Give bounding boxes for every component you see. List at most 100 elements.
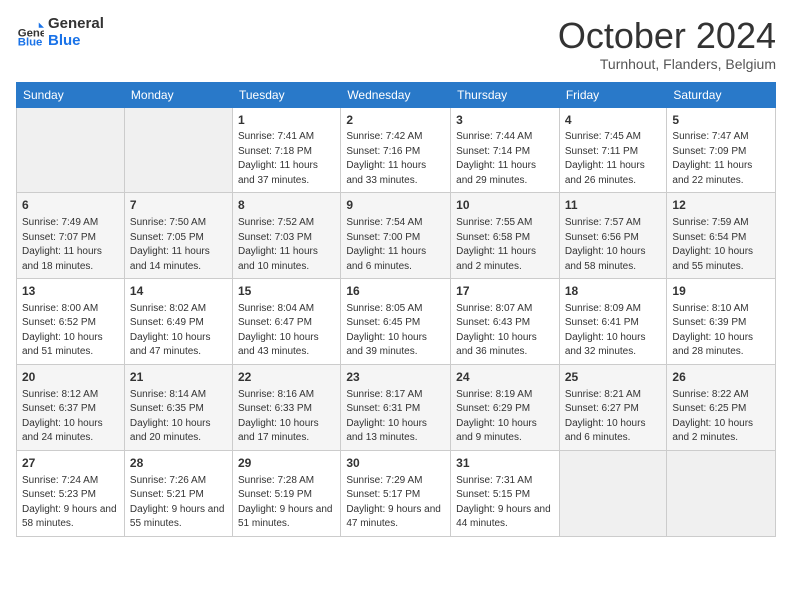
location: Turnhout, Flanders, Belgium [558,56,776,72]
calendar-cell: 21 Sunrise: 8:14 AMSunset: 6:35 PMDayligh… [124,364,232,450]
month-title: October 2024 [558,16,776,56]
day-number: 2 [346,112,445,129]
cell-content: Sunrise: 8:14 AMSunset: 6:35 PMDaylight:… [130,388,227,446]
cell-content: Sunrise: 8:09 AMSunset: 6:41 PMDaylight:… [565,302,662,360]
day-header-wednesday: Wednesday [341,82,451,107]
day-number: 21 [130,369,227,386]
calendar-cell: 26 Sunrise: 8:22 AMSunset: 6:25 PMDayligh… [667,364,776,450]
calendar-cell: 4Sunrise: 7:45 AMSunset: 7:11 PMDaylight… [559,107,667,193]
day-number: 12 [672,197,770,214]
title-area: October 2024 Turnhout, Flanders, Belgium [558,16,776,72]
cell-content: Sunrise: 7:26 AMSunset: 5:21 PMDaylight:… [130,474,227,532]
day-number: 6 [22,197,119,214]
day-number: 19 [672,283,770,300]
calendar-cell: 27Sunrise: 7:24 AMSunset: 5:23 PMDayligh… [17,450,125,536]
day-number: 25 [565,369,662,386]
cell-content: Sunrise: 8:17 AMSunset: 6:31 PMDaylight:… [346,388,445,446]
cell-content: Sunrise: 7:49 AMSunset: 7:07 PMDaylight:… [22,216,119,274]
calendar-cell: 28Sunrise: 7:26 AMSunset: 5:21 PMDayligh… [124,450,232,536]
cell-content: Sunrise: 8:21 AMSunset: 6:27 PMDaylight:… [565,388,662,446]
day-header-thursday: Thursday [451,82,560,107]
calendar-cell: 10 Sunrise: 7:55 AMSunset: 6:58 PMDayligh… [451,193,560,279]
calendar-cell: 12 Sunrise: 7:59 AMSunset: 6:54 PMDayligh… [667,193,776,279]
logo-line2: Blue [48,33,104,50]
day-header-tuesday: Tuesday [232,82,340,107]
day-number: 27 [22,455,119,472]
page-header: General Blue General Blue October 2024 T… [16,16,776,72]
calendar-cell: 29 Sunrise: 7:28 AMSunset: 5:19 PMDayligh… [232,450,340,536]
calendar-cell [17,107,125,193]
cell-content: Sunrise: 8:05 AMSunset: 6:45 PMDaylight:… [346,302,445,360]
day-number: 26 [672,369,770,386]
calendar-cell: 17Sunrise: 8:07 AMSunset: 6:43 PMDayligh… [451,279,560,365]
day-number: 24 [456,369,554,386]
day-number: 30 [346,455,445,472]
calendar-cell [124,107,232,193]
calendar-cell: 20 Sunrise: 8:12 AMSunset: 6:37 PMDayligh… [17,364,125,450]
calendar-cell: 11Sunrise: 7:57 AMSunset: 6:56 PMDayligh… [559,193,667,279]
cell-content: Sunrise: 7:54 AMSunset: 7:00 PMDaylight:… [346,216,445,274]
day-number: 9 [346,197,445,214]
calendar-week-1: 1Sunrise: 7:41 AMSunset: 7:18 PMDaylight… [17,107,776,193]
cell-content: Sunrise: 7:45 AMSunset: 7:11 PMDaylight:… [565,130,662,188]
cell-content: Sunrise: 7:44 AMSunset: 7:14 PMDaylight:… [456,130,554,188]
calendar-cell: 5Sunrise: 7:47 AMSunset: 7:09 PMDaylight… [667,107,776,193]
day-number: 15 [238,283,335,300]
calendar-cell: 30 Sunrise: 7:29 AMSunset: 5:17 PMDayligh… [341,450,451,536]
calendar-cell [667,450,776,536]
day-number: 31 [456,455,554,472]
day-number: 14 [130,283,227,300]
day-number: 3 [456,112,554,129]
day-header-monday: Monday [124,82,232,107]
calendar-week-3: 13 Sunrise: 8:00 AMSunset: 6:52 PMDayligh… [17,279,776,365]
calendar-cell: 3Sunrise: 7:44 AMSunset: 7:14 PMDaylight… [451,107,560,193]
calendar-cell: 1Sunrise: 7:41 AMSunset: 7:18 PMDaylight… [232,107,340,193]
calendar-cell: 15 Sunrise: 8:04 AMSunset: 6:47 PMDayligh… [232,279,340,365]
logo-icon: General Blue [16,19,44,47]
day-header-friday: Friday [559,82,667,107]
calendar-cell: 7 Sunrise: 7:50 AMSunset: 7:05 PMDaylight… [124,193,232,279]
calendar-cell: 23 Sunrise: 8:17 AMSunset: 6:31 PMDayligh… [341,364,451,450]
day-number: 13 [22,283,119,300]
calendar-cell: 16 Sunrise: 8:05 AMSunset: 6:45 PMDayligh… [341,279,451,365]
logo: General Blue General Blue [16,16,104,49]
day-number: 23 [346,369,445,386]
cell-content: Sunrise: 8:07 AMSunset: 6:43 PMDaylight:… [456,302,554,360]
cell-content: Sunrise: 8:02 AMSunset: 6:49 PMDaylight:… [130,302,227,360]
cell-content: Sunrise: 7:41 AMSunset: 7:18 PMDaylight:… [238,130,335,188]
calendar-cell: 18Sunrise: 8:09 AMSunset: 6:41 PMDayligh… [559,279,667,365]
cell-content: Sunrise: 7:29 AMSunset: 5:17 PMDaylight:… [346,474,445,532]
calendar-cell: 14 Sunrise: 8:02 AMSunset: 6:49 PMDayligh… [124,279,232,365]
day-number: 7 [130,197,227,214]
cell-content: Sunrise: 8:19 AMSunset: 6:29 PMDaylight:… [456,388,554,446]
day-number: 1 [238,112,335,129]
cell-content: Sunrise: 7:28 AMSunset: 5:19 PMDaylight:… [238,474,335,532]
calendar-cell: 25 Sunrise: 8:21 AMSunset: 6:27 PMDayligh… [559,364,667,450]
calendar-cell [559,450,667,536]
calendar-cell: 2Sunrise: 7:42 AMSunset: 7:16 PMDaylight… [341,107,451,193]
calendar-cell: 8Sunrise: 7:52 AMSunset: 7:03 PMDaylight… [232,193,340,279]
cell-content: Sunrise: 7:57 AMSunset: 6:56 PMDaylight:… [565,216,662,274]
day-number: 8 [238,197,335,214]
cell-content: Sunrise: 7:50 AMSunset: 7:05 PMDaylight:… [130,216,227,274]
cell-content: Sunrise: 7:42 AMSunset: 7:16 PMDaylight:… [346,130,445,188]
day-number: 10 [456,197,554,214]
cell-content: Sunrise: 8:16 AMSunset: 6:33 PMDaylight:… [238,388,335,446]
cell-content: Sunrise: 8:00 AMSunset: 6:52 PMDaylight:… [22,302,119,360]
calendar-table: SundayMondayTuesdayWednesdayThursdayFrid… [16,82,776,537]
day-header-sunday: Sunday [17,82,125,107]
day-number: 4 [565,112,662,129]
day-number: 20 [22,369,119,386]
day-number: 29 [238,455,335,472]
day-header-saturday: Saturday [667,82,776,107]
day-number: 16 [346,283,445,300]
cell-content: Sunrise: 8:12 AMSunset: 6:37 PMDaylight:… [22,388,119,446]
cell-content: Sunrise: 8:10 AMSunset: 6:39 PMDaylight:… [672,302,770,360]
cell-content: Sunrise: 8:04 AMSunset: 6:47 PMDaylight:… [238,302,335,360]
cell-content: Sunrise: 7:47 AMSunset: 7:09 PMDaylight:… [672,130,770,188]
cell-content: Sunrise: 8:22 AMSunset: 6:25 PMDaylight:… [672,388,770,446]
cell-content: Sunrise: 7:59 AMSunset: 6:54 PMDaylight:… [672,216,770,274]
logo-line1: General [48,16,104,33]
cell-content: Sunrise: 7:55 AMSunset: 6:58 PMDaylight:… [456,216,554,274]
calendar-cell: 9 Sunrise: 7:54 AMSunset: 7:00 PMDaylight… [341,193,451,279]
